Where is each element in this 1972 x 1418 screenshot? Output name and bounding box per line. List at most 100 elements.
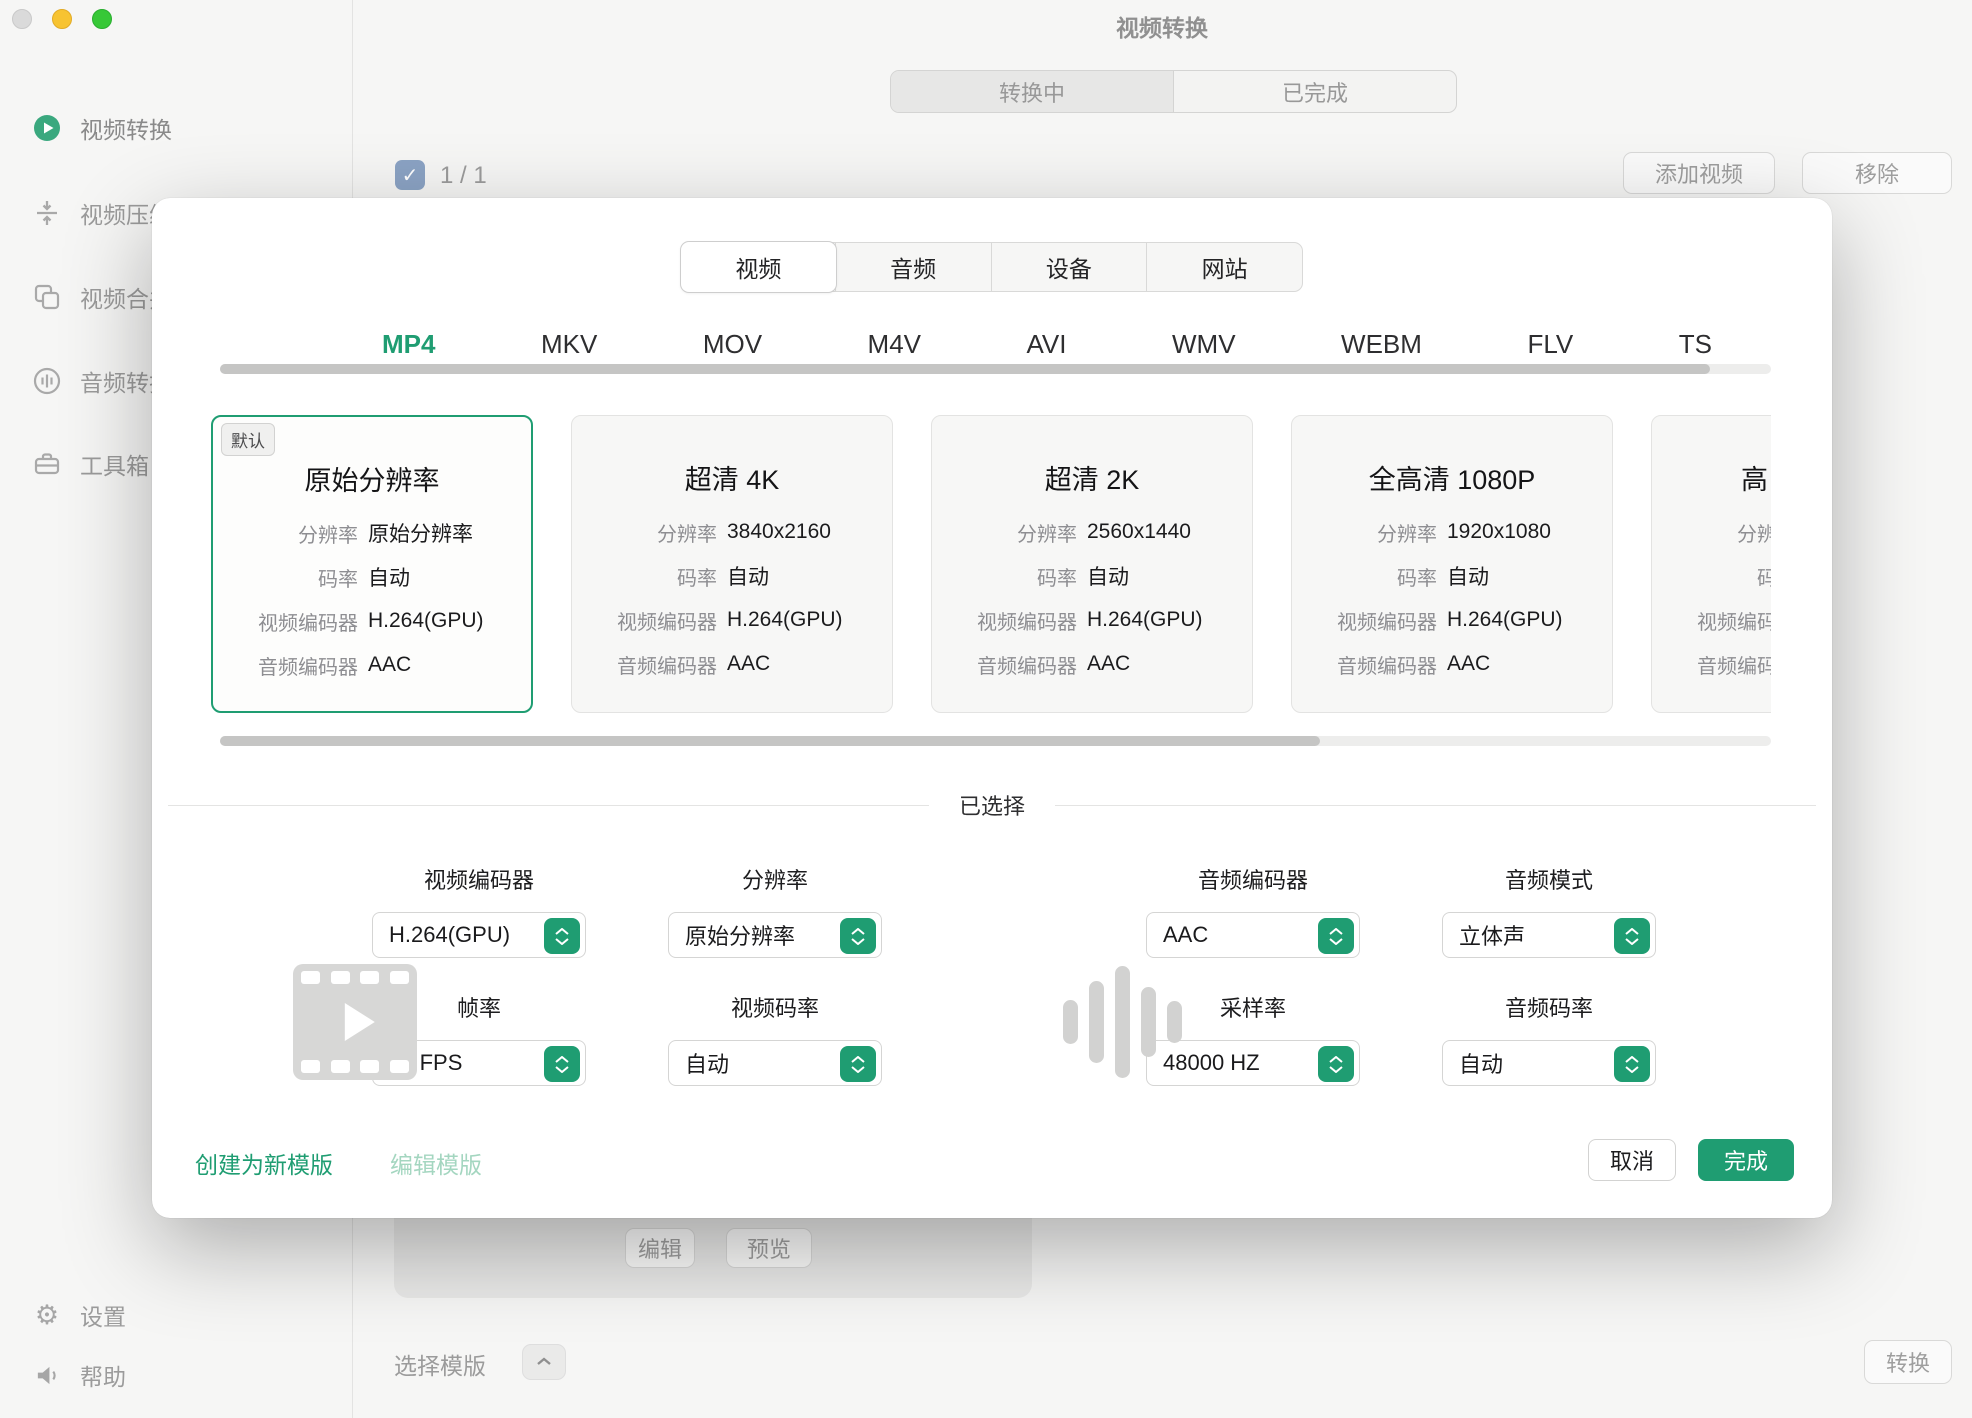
stepper-icon[interactable] xyxy=(840,1046,876,1082)
preview-button[interactable]: 预览 xyxy=(726,1228,812,1268)
preset-rows: 分辨率2560x1440 码率自动 视频编码器H.264(GPU) 音频编码器A… xyxy=(932,510,1252,686)
tab-converting[interactable]: 转换中 xyxy=(891,71,1173,112)
sidebar-item-toolbox[interactable]: 工具箱 xyxy=(32,442,149,486)
audio-encoder-select[interactable]: AAC xyxy=(1146,912,1360,958)
stepper-icon[interactable] xyxy=(1614,1046,1650,1082)
preset-dialog: 视频 音频 设备 网站 MP4 MKV MOV M4V AVI WMV WEBM… xyxy=(152,198,1832,1218)
audio-bitrate-select[interactable]: 自动 xyxy=(1442,1040,1656,1086)
preset-row-label: 码率 xyxy=(932,562,1077,591)
preset-card-4k[interactable]: 超清 4K 分辨率3840x2160 码率自动 视频编码器H.264(GPU) … xyxy=(571,415,893,713)
tab-completed[interactable]: 已完成 xyxy=(1173,71,1456,112)
remove-button[interactable]: 移除 xyxy=(1802,152,1952,194)
sidebar-item-video-convert[interactable]: 视频转换 xyxy=(32,106,172,150)
format-tab-avi[interactable]: AVI xyxy=(1027,329,1067,360)
preset-row-label: 码率 xyxy=(572,562,717,591)
resolution-select[interactable]: 原始分辨率 xyxy=(668,912,882,958)
format-tab-mkv[interactable]: MKV xyxy=(541,329,597,360)
preset-title: 超清 2K xyxy=(932,458,1252,497)
preset-row-value: 自动 xyxy=(1447,561,1489,591)
preset-row-value: H.264(GPU) xyxy=(1447,608,1563,632)
video-encoder-select[interactable]: H.264(GPU) xyxy=(372,912,586,958)
sidebar-item-video-compress[interactable]: 视频压缩 xyxy=(32,191,172,235)
selection-count: 1 / 1 xyxy=(440,162,487,190)
sidebar-item-help[interactable]: 帮助 xyxy=(32,1353,126,1397)
toolbox-icon xyxy=(32,449,62,479)
preset-row-label: 音频编码器 xyxy=(932,650,1077,679)
stepper-icon[interactable] xyxy=(1318,1046,1354,1082)
preset-card-1080p[interactable]: 全高清 1080P 分辨率1920x1080 码率自动 视频编码器H.264(G… xyxy=(1291,415,1613,713)
audio-mode-label: 音频模式 xyxy=(1442,866,1656,896)
category-tab-device[interactable]: 设备 xyxy=(991,243,1147,291)
sidebar-item-audio-convert[interactable]: 音频转换 xyxy=(32,359,172,403)
format-scrollbar-thumb[interactable] xyxy=(220,364,1710,374)
edit-template-link[interactable]: 编辑模版 xyxy=(390,1146,482,1180)
preset-row-label: 音频编码器 xyxy=(572,650,717,679)
preset-row-label: 视频编码器 xyxy=(1652,606,1771,635)
category-tab-video[interactable]: 视频 xyxy=(681,242,836,292)
preset-rows: 分辨率 码率 视频编码器 音频编码器 xyxy=(1652,510,1771,686)
template-collapse-button[interactable] xyxy=(522,1344,566,1380)
format-tab-m4v[interactable]: M4V xyxy=(868,329,921,360)
play-circle-icon xyxy=(32,113,62,143)
stepper-icon[interactable] xyxy=(544,1046,580,1082)
audio-mode-select[interactable]: 立体声 xyxy=(1442,912,1656,958)
edit-button[interactable]: 编辑 xyxy=(625,1228,695,1268)
select-value: 自动 xyxy=(685,1047,729,1079)
preset-row-value: 2560x1440 xyxy=(1087,520,1191,544)
format-tabs: MP4 MKV MOV M4V AVI WMV WEBM FLV TS xyxy=(382,324,1712,364)
sidebar-item-video-merge[interactable]: 视频合并 xyxy=(32,275,172,319)
audio-bitrate-label: 音频码率 xyxy=(1442,994,1656,1024)
preset-row-label: 音频编码器 xyxy=(1652,650,1771,679)
preset-row-label: 视频编码器 xyxy=(1292,606,1437,635)
format-tab-wmv[interactable]: WMV xyxy=(1172,329,1236,360)
add-video-button[interactable]: 添加视频 xyxy=(1623,152,1775,194)
preset-row-value: 原始分辨率 xyxy=(368,518,473,548)
select-value: H.264(GPU) xyxy=(389,922,510,948)
selected-section-label: 已选择 xyxy=(959,789,1025,821)
stepper-icon[interactable] xyxy=(840,918,876,954)
preset-title: 高 xyxy=(1652,458,1771,497)
chevron-up-icon xyxy=(536,1353,552,1371)
format-tab-flv[interactable]: FLV xyxy=(1527,329,1573,360)
video-bitrate-select[interactable]: 自动 xyxy=(668,1040,882,1086)
format-tab-mov[interactable]: MOV xyxy=(703,329,762,360)
selected-section-divider: 已选择 xyxy=(168,790,1816,820)
select-all-checkbox[interactable]: ✓ xyxy=(395,160,425,190)
zoom-button[interactable] xyxy=(92,9,112,29)
category-tab-audio[interactable]: 音频 xyxy=(835,243,991,291)
preset-card-partial[interactable]: 高 分辨率 码率 视频编码器 音频编码器 xyxy=(1651,415,1771,713)
preset-row-value: AAC xyxy=(727,652,770,676)
preset-row-label: 分辨率 xyxy=(213,519,358,548)
minimize-button[interactable] xyxy=(52,9,72,29)
format-tab-mp4[interactable]: MP4 xyxy=(382,329,435,360)
default-badge: 默认 xyxy=(221,423,275,456)
merge-icon xyxy=(32,282,62,312)
category-tabs: 视频 音频 设备 网站 xyxy=(681,242,1303,292)
stepper-icon[interactable] xyxy=(1614,918,1650,954)
format-tab-ts[interactable]: TS xyxy=(1679,329,1712,360)
preset-card-2k[interactable]: 超清 2K 分辨率2560x1440 码率自动 视频编码器H.264(GPU) … xyxy=(931,415,1253,713)
play-icon xyxy=(345,1003,375,1041)
preset-row-value: 1920x1080 xyxy=(1447,520,1551,544)
sidebar-item-label: 工具箱 xyxy=(80,447,149,481)
stepper-icon[interactable] xyxy=(1318,918,1354,954)
cancel-button[interactable]: 取消 xyxy=(1588,1139,1676,1181)
done-button[interactable]: 完成 xyxy=(1698,1139,1794,1181)
create-template-link[interactable]: 创建为新模版 xyxy=(195,1146,333,1180)
category-tab-website[interactable]: 网站 xyxy=(1146,243,1302,291)
preset-title: 全高清 1080P xyxy=(1292,458,1612,497)
status-tabs: 转换中 已完成 xyxy=(890,70,1457,113)
select-value: 立体声 xyxy=(1459,919,1525,951)
close-button[interactable] xyxy=(12,9,32,29)
format-tab-webm[interactable]: WEBM xyxy=(1341,329,1422,360)
preset-row-value: H.264(GPU) xyxy=(368,609,484,633)
preset-row-label: 码率 xyxy=(1292,562,1437,591)
stepper-icon[interactable] xyxy=(544,918,580,954)
sidebar-item-settings[interactable]: ⚙ 设置 xyxy=(32,1293,126,1337)
audio-circle-icon xyxy=(32,366,62,396)
convert-button[interactable]: 转换 xyxy=(1864,1340,1952,1384)
preset-scrollbar-thumb[interactable] xyxy=(220,736,1320,746)
preset-row-value: AAC xyxy=(1447,652,1490,676)
preset-row-label: 分辨率 xyxy=(932,518,1077,547)
preset-card-original[interactable]: 默认 原始分辨率 分辨率原始分辨率 码率自动 视频编码器H.264(GPU) 音… xyxy=(211,415,533,713)
